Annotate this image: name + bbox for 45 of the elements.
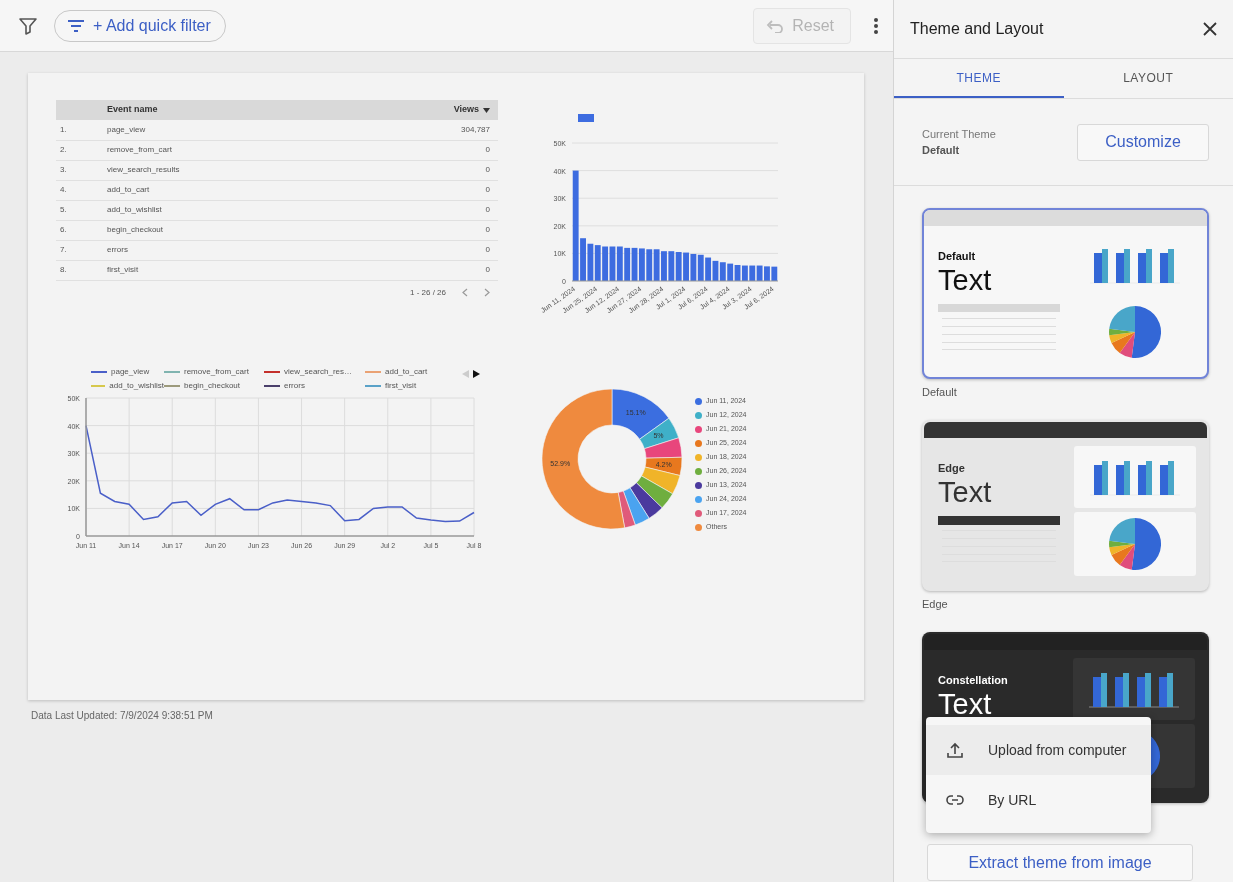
preview-title: Default [938, 249, 977, 264]
table-cell: errors [106, 240, 350, 260]
legend-label: begin_checkout [184, 380, 241, 392]
preview-title: Edge [938, 461, 966, 476]
pagination-text: 1 - 26 / 26 [409, 286, 446, 299]
legend-label: remove_from_cart [184, 366, 249, 378]
table-cell: 0 [349, 220, 498, 240]
table-cell: 3. [56, 160, 106, 180]
table-cell: view_search_results [106, 160, 350, 180]
preview-sample-text: Text [938, 688, 993, 721]
current-theme-value: Default [922, 143, 961, 158]
table-cell: 0 [349, 160, 498, 180]
legend-label: errors [284, 380, 305, 392]
preview-sample-text: Text [938, 264, 993, 297]
table-cell: 2. [56, 140, 106, 160]
legend-label: view_search_res… [284, 366, 353, 378]
table-cell: 7. [56, 240, 106, 260]
table-cell: 8. [56, 260, 106, 280]
table-cell: 0 [349, 200, 498, 220]
theme-name: Default [922, 385, 958, 400]
current-theme-label: Current Theme [922, 126, 996, 142]
theme-name: Edge [922, 597, 949, 612]
table-cell: 0 [349, 240, 498, 260]
preview-sample-text: Text [938, 476, 993, 509]
legend-label: add_to_cart [385, 366, 428, 378]
last-updated-text: Data Last Updated: 7/9/2024 9:38:51 PM [31, 709, 214, 723]
legend-label: add_to_wishlist [109, 380, 164, 392]
table-cell: 1. [56, 120, 106, 140]
table-cell: 0 [349, 180, 498, 200]
table-cell: first_visit [106, 260, 350, 280]
table-cell: add_to_wishlist [106, 200, 350, 220]
table-cell: 0 [349, 140, 498, 160]
table-cell: 0 [349, 260, 498, 280]
preview-title: Constellation [938, 673, 1009, 688]
table-cell: 304,787 [349, 120, 498, 140]
table-cell: remove_from_cart [106, 140, 350, 160]
legend-label: page_view [111, 366, 150, 378]
table-cell: add_to_cart [106, 180, 350, 200]
panel-title: Theme and Layout [910, 19, 1044, 39]
table-cell: page_view [106, 120, 350, 140]
legend-label: first_visit [385, 380, 417, 392]
table-cell: 4. [56, 180, 106, 200]
table-cell: begin_checkout [106, 220, 350, 240]
table-cell: 5. [56, 200, 106, 220]
table-cell: 6. [56, 220, 106, 240]
